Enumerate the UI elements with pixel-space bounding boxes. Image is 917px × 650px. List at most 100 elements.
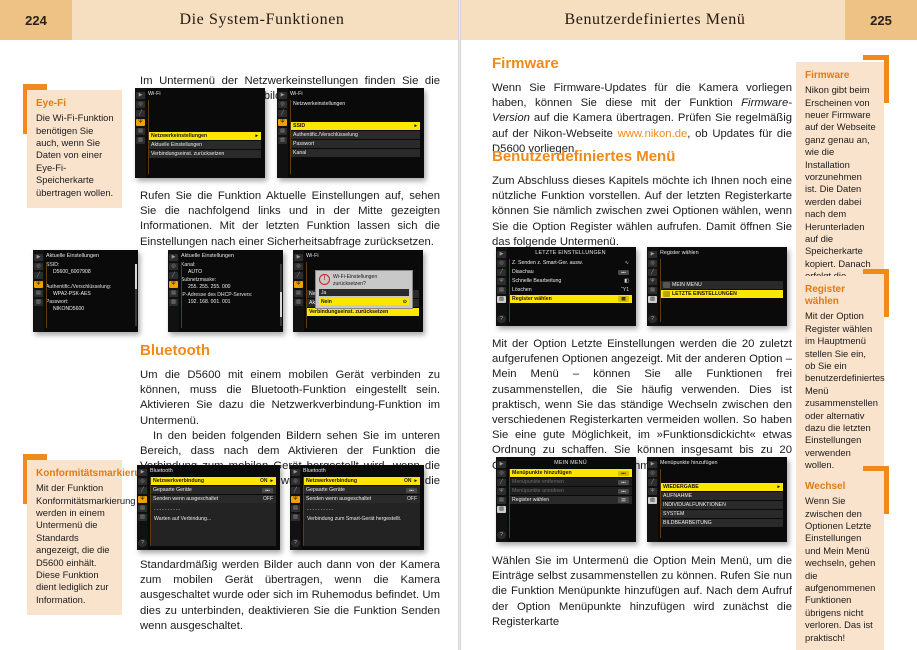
lcd-row: Schnelle Bearbeitung ◧ <box>509 277 632 285</box>
lcd-tab-rail: ▶ ◎ ╱ Ψ ▤ ▧ <box>648 251 657 303</box>
left-body: Im Untermenü der Netzwerkeinstellungen f… <box>0 46 458 650</box>
lcd-divider-line <box>150 477 151 546</box>
info-value: NIKOND5600 <box>53 306 85 313</box>
lcd-row: Register wählen ▤ <box>509 295 632 303</box>
lcd-row: INDIVIDUALFUNKTIONEN <box>660 501 783 509</box>
bluetooth-status-box: ---------- Warten auf Verbindung... <box>150 503 276 546</box>
dialog-option-yes[interactable]: Ja <box>319 289 409 297</box>
custom-tab-icon: ╱ <box>497 269 506 276</box>
lcd-info-block: SSID: D5600_6007908 Authentific./Verschl… <box>46 262 134 313</box>
lcd-row: Menüpunkte anordnen ••• <box>509 487 632 495</box>
screen-title: Bluetooth <box>303 468 326 474</box>
help-icon[interactable]: ? <box>497 315 506 323</box>
lcd-divider-line <box>306 262 307 328</box>
lcd-divider-line <box>509 259 510 322</box>
screenshot-wifi-menu-1: ▶ ◎ ╱ Ψ ▤ ▧ Wi-Fi Netzwerkeinstellungen … <box>135 88 265 178</box>
help-icon[interactable]: ? <box>497 531 506 539</box>
lcd-stage: Menüpunkte hinzufügen WIEDERGABE ▸ AUFNA… <box>660 460 783 539</box>
retouch-tab-icon: ▤ <box>34 290 43 297</box>
lcd-row-label: Netzwerkeinstellungen <box>151 133 208 139</box>
screen-title: Bluetooth <box>150 468 173 474</box>
custom-tab-icon: ╱ <box>291 487 300 494</box>
screenshot-current-settings-1: ▶ ◎ ╱ Ψ ▤ ▧ Aktuelle Einstellungen SSID:… <box>33 250 138 332</box>
lcd-divider-line <box>290 100 291 174</box>
lcd-info-block: Kanal: AUTO Subnetzmaske: 255. 255. 255.… <box>181 262 279 306</box>
playback-tab-icon: ▶ <box>278 92 287 99</box>
lcd-row-value: OFF <box>407 496 417 502</box>
note-corner-bar <box>884 466 889 514</box>
shooting-tab-icon: ◎ <box>294 263 303 270</box>
shooting-tab-icon: ◎ <box>497 470 506 477</box>
screen-title: Wi-Fi <box>290 91 303 97</box>
shooting-tab-icon: ◎ <box>278 101 287 108</box>
lcd-stage: Register wählen MEIN MENÜ LETZTE EINSTEL… <box>660 250 783 323</box>
heading-firmware: Firmware <box>492 55 559 72</box>
lcd-divider-line <box>509 469 510 538</box>
lcd-tab-rail: ▶ ◎ ╱ Ψ ▤ ▧ <box>291 469 300 521</box>
help-icon[interactable]: ? <box>138 539 147 547</box>
screen-title: Wi-Fi <box>148 91 161 97</box>
lcd-row-value: ••• <box>262 487 273 493</box>
lcd-row: Netzwerkeinstellungen ▸ <box>148 132 261 140</box>
lcd-row-value: OFF <box>263 496 273 502</box>
lcd-row: Aktuelle Einstellungen <box>148 141 261 149</box>
lcd-tab-rail: ▶ ◎ ╱ Ψ ▤ ▧ <box>136 92 145 144</box>
lcd-divider-line <box>46 262 47 328</box>
lcd-row: Kanal <box>290 149 420 157</box>
lcd-row: Authentific./Verschlüsselung <box>290 131 420 139</box>
setup-tab-icon: Ψ <box>34 281 43 288</box>
info-label: IP-Adresse des DHCP-Servers: <box>181 291 253 298</box>
lcd-row: BILDBEARBEITUNG <box>660 519 783 527</box>
retouch-tab-icon: ▤ <box>278 128 287 135</box>
lcd-row: Netzwerkverbindung ON ▸ <box>150 477 276 485</box>
lcd-row-label: Register wählen <box>512 296 552 302</box>
recent-tab-icon: ▧ <box>169 299 178 306</box>
dialog-option-no[interactable]: Nein ⊙ <box>319 298 409 306</box>
note-text: Mit der Option Register wählen im Hauptm… <box>805 310 885 471</box>
lcd-row: Verbindungseinst. zurücksetzen <box>306 308 419 316</box>
shooting-tab-icon: ◎ <box>138 478 147 485</box>
lcd-row-label-group: MEIN MENÜ <box>663 282 702 288</box>
info-label: SSID: <box>46 262 60 268</box>
note-text: Nikon gibt beim Erscheinen von neuer Fir… <box>805 84 876 294</box>
shooting-tab-icon: ◎ <box>497 260 506 267</box>
playback-tab-icon: ▶ <box>648 461 657 468</box>
recent-tab-icon: ▧ <box>648 296 657 303</box>
playback-tab-icon: ▶ <box>34 254 43 261</box>
retouch-tab-icon: ▤ <box>648 287 657 294</box>
custom-tab-icon: ╱ <box>138 487 147 494</box>
lcd-row: AUFNAHME <box>660 492 783 500</box>
lcd-tab-rail: ▶ ◎ ╱ Ψ ▤ ▧ <box>138 469 147 521</box>
my-menu-tab-icon: ▧ <box>648 497 657 504</box>
recent-tab-icon: ▧ <box>136 137 145 144</box>
recent-tab-icon: ▧ <box>278 137 287 144</box>
note-corner-bar <box>884 269 889 317</box>
lcd-row: Senden wenn ausgeschaltet OFF <box>150 495 276 503</box>
lcd-row-label: Verbindungseinst. zurücksetzen <box>151 151 225 157</box>
lcd-divider-line <box>660 469 661 538</box>
lcd-row-value: ON <box>403 478 412 484</box>
help-icon[interactable]: ? <box>291 539 300 547</box>
screenshot-wifi-reset-dialog: ▶ ◎ ╱ Ψ ▤ ▧ Wi-Fi Netzwerkeinstellungen … <box>293 250 423 332</box>
help-icon[interactable]: ? <box>648 315 657 323</box>
status-dashes: ---------- <box>154 507 182 513</box>
lcd-row-label: Verbindungseinst. zurücksetzen <box>309 309 389 315</box>
note-corner-bar <box>23 454 27 504</box>
note-firmware: Firmware Nikon gibt beim Erscheinen von … <box>796 55 889 305</box>
lcd-stage: Aktuelle Einstellungen SSID: D5600_60079… <box>46 253 134 329</box>
playback-tab-icon: ▶ <box>497 251 506 258</box>
nikon-website-link[interactable]: www.nikon.de <box>618 128 688 140</box>
screen-title: LETZTE EINSTELLUNGEN <box>535 250 606 256</box>
status-text: Verbindung zum Smart-Gerät hergestellt. <box>307 516 402 522</box>
lcd-row-label: BILDBEARBEITUNG <box>663 520 712 526</box>
lcd-row-label: SSID <box>293 123 306 129</box>
playback-tab-icon: ▶ <box>136 92 145 99</box>
paragraph-after-wifi: Rufen Sie die Funktion Aktuelle Einstell… <box>140 190 440 248</box>
lcd-scrollbar[interactable] <box>280 264 282 326</box>
book-spread: 224 Die System-Funktionen Im Untermenü d… <box>0 0 917 650</box>
lcd-scrollbar[interactable] <box>135 264 137 326</box>
playback-tab-icon: ▶ <box>648 251 657 258</box>
lcd-stage: Wi-Fi Netzwerkeinstellungen ▸ Aktuelle E… <box>148 91 261 175</box>
setup-tab-icon: Ψ <box>497 488 506 495</box>
lcd-row-icon: ••• <box>618 470 629 476</box>
